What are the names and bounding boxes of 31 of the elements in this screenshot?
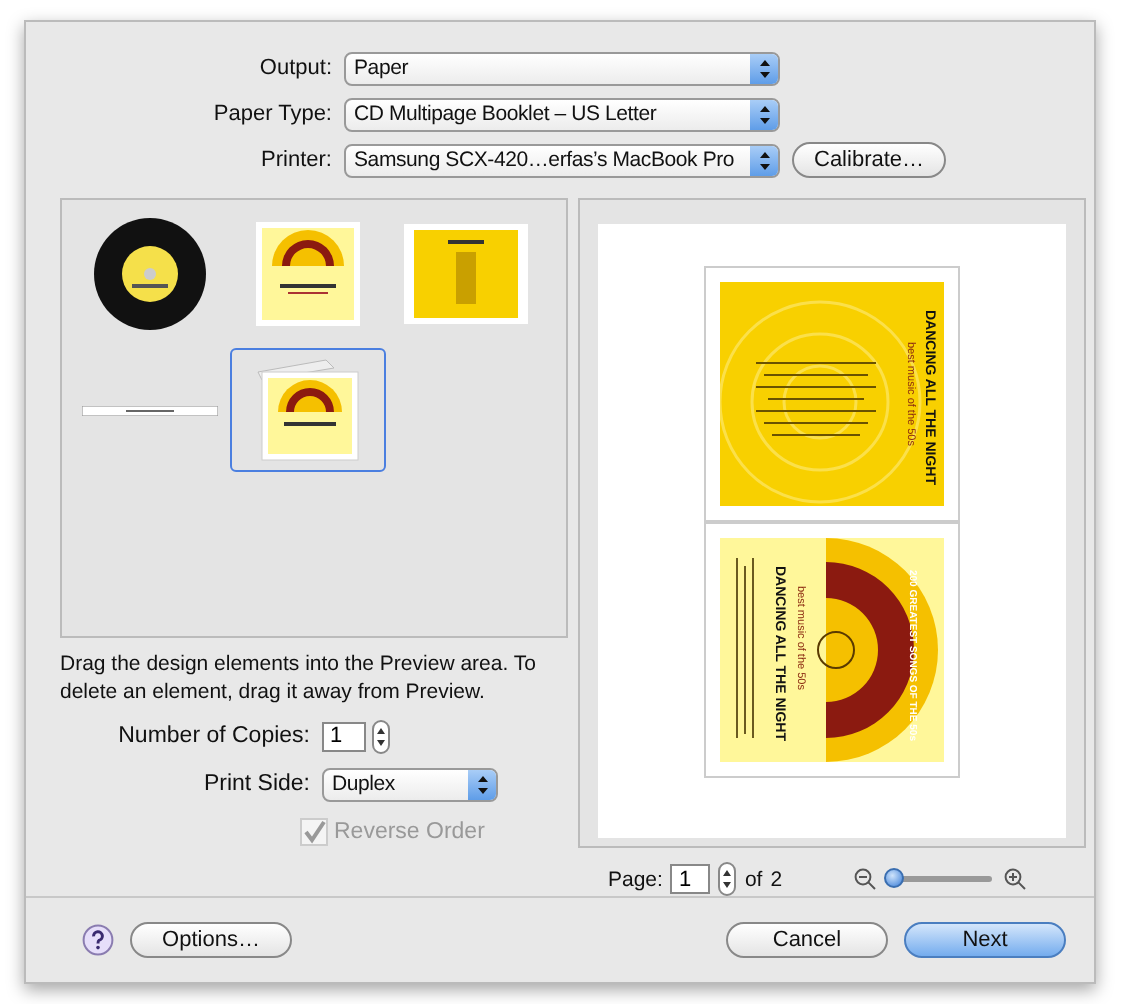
page-field[interactable]: 1 bbox=[670, 864, 711, 894]
copies-label: Number of Copies: bbox=[116, 724, 312, 748]
stepper-icon[interactable] bbox=[718, 862, 737, 896]
next-button[interactable]: Next bbox=[904, 922, 1066, 958]
popup-arrows-icon bbox=[468, 769, 496, 799]
popup-arrows-icon bbox=[750, 145, 778, 175]
of-label: of bbox=[744, 867, 763, 891]
field-label: Paper Type: bbox=[211, 102, 334, 126]
popup-arrows-icon bbox=[750, 53, 778, 83]
reverse-order-label: Reverse Order bbox=[334, 820, 485, 844]
popup-menu[interactable]: Samsung SCX-420…erfas’s MacBook Pro bbox=[344, 143, 780, 177]
slider-thumb[interactable] bbox=[883, 868, 904, 888]
booklet-thumbnail[interactable] bbox=[230, 348, 386, 472]
options-button[interactable]: Options… bbox=[130, 922, 292, 958]
print-side-label: Print Side: bbox=[201, 772, 312, 796]
zoom-in-icon[interactable] bbox=[1004, 868, 1027, 890]
stepper-icon[interactable] bbox=[372, 719, 390, 753]
popup-menu[interactable]: Paper bbox=[344, 51, 780, 85]
field-label: Output: bbox=[257, 56, 334, 80]
calibrate-button[interactable]: Calibrate… bbox=[792, 142, 947, 178]
print-side-popup[interactable]: Duplex bbox=[322, 767, 498, 801]
field-label: Printer: bbox=[259, 148, 334, 172]
help-button[interactable] bbox=[82, 924, 114, 956]
copies-field[interactable]: 1 bbox=[322, 721, 366, 751]
page-label: Page: bbox=[608, 867, 663, 891]
instructions-text: Drag the design elements into the Preview area. To delete an element, drag it away from Preview. bbox=[60, 650, 538, 706]
zoom-out-icon[interactable] bbox=[854, 868, 877, 890]
page-total: 2 bbox=[770, 867, 783, 891]
popup-menu[interactable]: CD Multipage Booklet – US Letter bbox=[344, 97, 780, 131]
cancel-button[interactable]: Cancel bbox=[726, 922, 888, 958]
popup-arrows-icon bbox=[750, 99, 778, 129]
